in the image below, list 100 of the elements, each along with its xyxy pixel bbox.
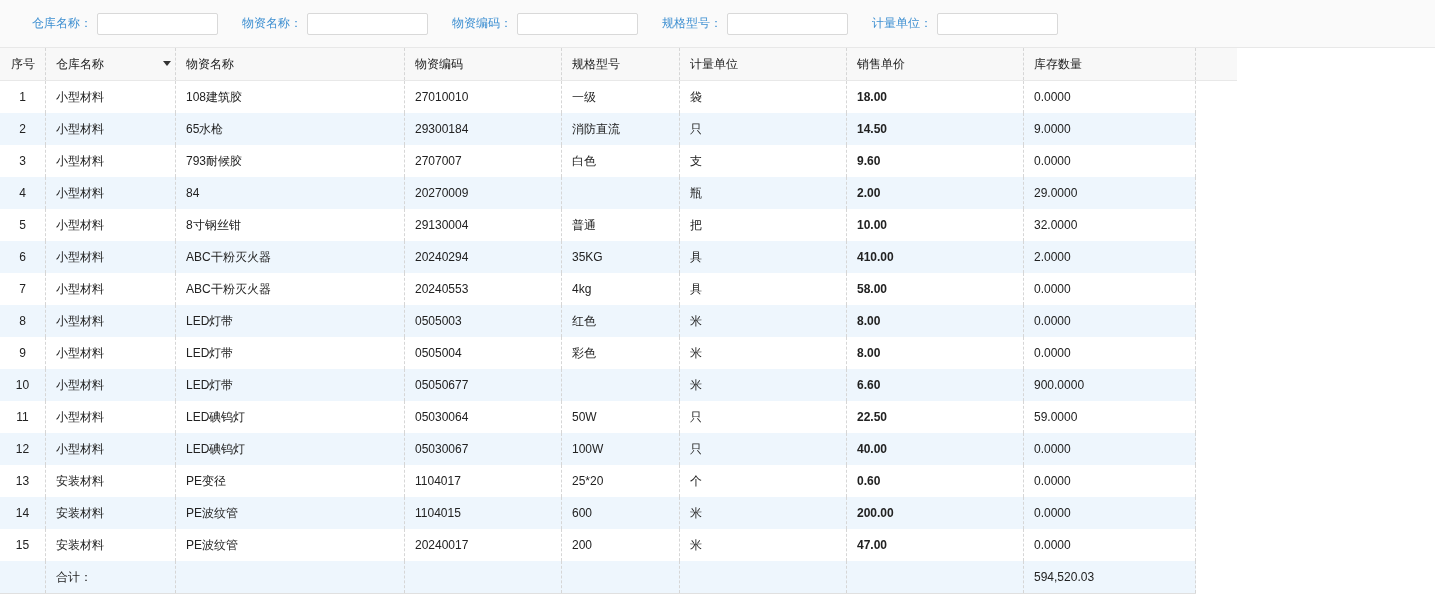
- table-cell: 410.00: [857, 250, 894, 264]
- table-cell: 20240294: [415, 250, 469, 264]
- table-cell: LED碘钨灯: [186, 440, 246, 458]
- table-cell: 安装材料: [56, 472, 104, 490]
- table-cell: 108建筑胶: [186, 88, 243, 106]
- column-header[interactable]: 物资编码: [405, 48, 562, 80]
- table-cell: ABC干粉灭火器: [186, 280, 271, 298]
- filter-input[interactable]: [97, 12, 218, 35]
- table-cell: 20240553: [415, 282, 469, 296]
- table-cell: 59.0000: [1034, 410, 1078, 424]
- table-cell: 红色: [572, 312, 596, 330]
- table-cell: 29130004: [415, 218, 469, 232]
- table-cell: 8.00: [857, 346, 881, 360]
- table-cell: 58.00: [857, 282, 888, 296]
- table-cell: 0.0000: [1034, 506, 1071, 520]
- filter-label: 规格型号：: [662, 15, 722, 32]
- table-row[interactable]: 14 安装材料 PE波纹管 1104015 600 米 200.00 0.0000: [0, 497, 1196, 529]
- table-cell: ABC干粉灭火器: [186, 248, 271, 266]
- table-cell: 900.0000: [1034, 378, 1085, 392]
- table-cell: 小型材料: [56, 440, 104, 458]
- column-header[interactable]: 库存数量: [1024, 48, 1196, 80]
- table-row[interactable]: 12 小型材料 LED碘钨灯 05030067 100W 只 40.00 0.0000: [0, 433, 1196, 465]
- table-cell: 20240017: [415, 538, 469, 552]
- table-cell: 0505003: [415, 314, 462, 328]
- table-cell: LED灯带: [186, 344, 234, 362]
- table-cell: 2.00: [857, 186, 881, 200]
- table-cell: 小型材料: [56, 408, 104, 426]
- table-cell: 袋: [690, 88, 702, 106]
- table-row[interactable]: 8 小型材料 LED灯带 0505003 红色 米 8.00 0.0000: [0, 305, 1196, 337]
- table-cell: 84: [186, 186, 200, 200]
- table-cell: 10: [15, 378, 30, 392]
- table-cell: 35KG: [572, 250, 603, 264]
- table-cell: 彩色: [572, 344, 596, 362]
- table-cell: 6.60: [857, 378, 881, 392]
- filter-input[interactable]: [937, 12, 1058, 35]
- table-cell: 小型材料: [56, 376, 104, 394]
- table-cell: 29300184: [415, 122, 469, 136]
- table-cell: 6: [19, 250, 26, 264]
- column-header[interactable]: 计量单位: [680, 48, 847, 80]
- column-header[interactable]: 仓库名称: [46, 48, 176, 80]
- table-cell: 8寸钢丝钳: [186, 216, 241, 234]
- table-cell: 瓶: [690, 184, 702, 202]
- table-row[interactable]: 10 小型材料 LED灯带 05050677 米 6.60 900.0000: [0, 369, 1196, 401]
- table-cell: 个: [690, 472, 702, 490]
- filter-input[interactable]: [517, 12, 638, 35]
- column-header[interactable]: 序号: [0, 48, 46, 80]
- column-header[interactable]: 销售单价: [847, 48, 1024, 80]
- table-cell: 只: [690, 408, 702, 426]
- table-cell: 一级: [572, 88, 596, 106]
- column-header[interactable]: 规格型号: [562, 48, 680, 80]
- table-cell: 小型材料: [56, 248, 104, 266]
- column-header[interactable]: 物资名称: [176, 48, 405, 80]
- table-cell: 4: [19, 186, 26, 200]
- table-cell: 0.0000: [1034, 154, 1071, 168]
- table-cell: 0.0000: [1034, 314, 1071, 328]
- summary-label: 合计：: [56, 568, 92, 586]
- table-cell: 05030064: [415, 410, 469, 424]
- table-cell: 4kg: [572, 282, 592, 296]
- table-cell: 支: [690, 152, 702, 170]
- filter-label: 仓库名称：: [32, 15, 92, 32]
- table-cell: 9.0000: [1034, 122, 1071, 136]
- table-cell: 14.50: [857, 122, 888, 136]
- filter-input[interactable]: [727, 12, 848, 35]
- table-cell: 米: [690, 376, 702, 394]
- table-cell: 小型材料: [56, 88, 104, 106]
- table-cell: 消防直流: [572, 120, 620, 138]
- table-cell: 0.0000: [1034, 442, 1071, 456]
- table-cell: 100W: [572, 442, 604, 456]
- table-cell: 9: [19, 346, 26, 360]
- table-cell: 18.00: [857, 90, 888, 104]
- table-cell: 7: [19, 282, 26, 296]
- table-cell: 200.00: [857, 506, 894, 520]
- table-cell: 小型材料: [56, 216, 104, 234]
- table-row[interactable]: 2 小型材料 65水枪 29300184 消防直流 只 14.50 9.0000: [0, 113, 1196, 145]
- table-cell: 米: [690, 312, 702, 330]
- table-cell: 793耐候胶: [186, 152, 243, 170]
- table-cell: 1104017: [415, 474, 461, 488]
- table-cell: 2707007: [415, 154, 462, 168]
- table-cell: 具: [690, 248, 702, 266]
- table-cell: 安装材料: [56, 536, 104, 554]
- table-cell: PE波纹管: [186, 536, 238, 554]
- table-cell: 600: [572, 506, 593, 520]
- table-cell: 47.00: [857, 538, 888, 552]
- caret-down-icon[interactable]: [163, 61, 171, 66]
- table-cell: 12: [15, 442, 30, 456]
- table-cell: 14: [15, 506, 30, 520]
- table-cell: 小型材料: [56, 152, 104, 170]
- table-row[interactable]: 6 小型材料 ABC干粉灭火器 20240294 35KG 具 410.00 2.0000: [0, 241, 1196, 273]
- table-cell: 小型材料: [56, 280, 104, 298]
- filter-input[interactable]: [307, 12, 428, 35]
- table-cell: 200: [572, 538, 593, 552]
- table-cell: 只: [690, 440, 702, 458]
- table-cell: 05030067: [415, 442, 469, 456]
- table-cell: 65水枪: [186, 120, 224, 138]
- table-cell: LED灯带: [186, 312, 234, 330]
- table-cell: LED碘钨灯: [186, 408, 246, 426]
- table-cell: 小型材料: [56, 312, 104, 330]
- table-row[interactable]: 4 小型材料 84 20270009 瓶 2.00 29.0000: [0, 177, 1196, 209]
- table-cell: 15: [15, 538, 30, 552]
- table-cell: 29.0000: [1034, 186, 1078, 200]
